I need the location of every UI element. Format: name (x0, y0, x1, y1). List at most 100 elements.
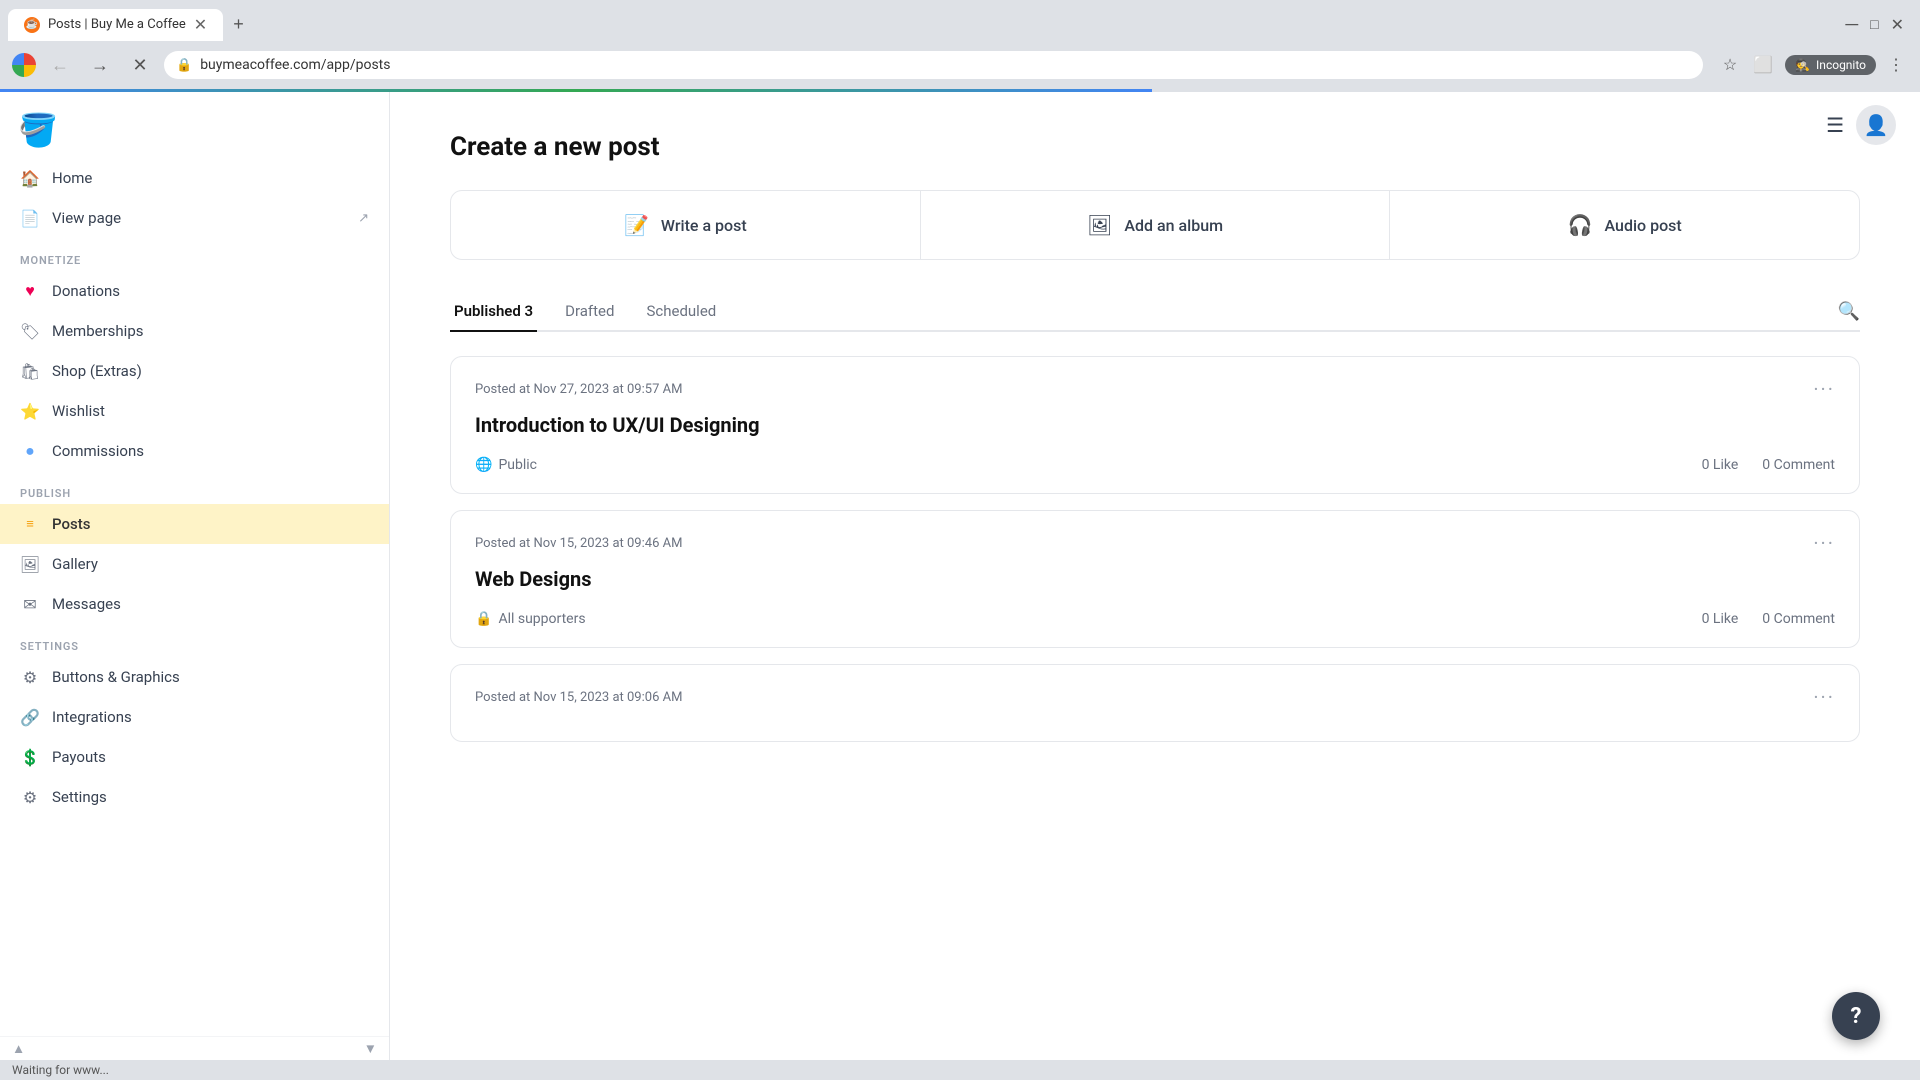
sidebar-item-payouts-label: Payouts (52, 748, 106, 766)
sidebar-item-memberships[interactable]: 🏷 Memberships (0, 311, 389, 351)
sidebar-item-view-page-label: View page (52, 209, 121, 227)
app-container: 🪣 🏠 Home 📄 View page ↗ MONETIZE ♥ Donati… (0, 92, 1920, 1060)
post-date-3: Posted at Nov 15, 2023 at 09:06 AM (475, 690, 682, 705)
gallery-icon: 🖼 (20, 554, 40, 574)
post-more-button-3[interactable]: ··· (1813, 685, 1835, 709)
new-tab-button[interactable]: + (227, 8, 250, 41)
write-post-card[interactable]: 📝 Write a post (451, 191, 921, 259)
post-likes-1: 0 Like (1702, 457, 1739, 473)
search-button[interactable]: 🔍 (1838, 301, 1860, 322)
sidebar-item-buttons-graphics[interactable]: ⚙ Buttons & Graphics (0, 657, 389, 697)
visibility-label-2: All supporters (498, 611, 585, 627)
tab-scheduled[interactable]: Scheduled (642, 292, 720, 332)
browser-nav-bar: ← → ✕ 🔒 buymeacoffee.com/app/posts ☆ ⬜ 🕵… (0, 41, 1920, 89)
incognito-label: Incognito (1816, 58, 1866, 72)
post-visibility-2: 🔒 All supporters (475, 611, 586, 627)
app-logo: 🪣 (20, 112, 56, 148)
sidebar-item-integrations-label: Integrations (52, 708, 132, 726)
sidebar-item-wishlist-label: Wishlist (52, 402, 105, 420)
more-button[interactable]: ⋮ (1884, 51, 1908, 79)
page-title: Create a new post (450, 132, 1860, 162)
post-likes-2: 0 Like (1702, 611, 1739, 627)
view-page-icon: 📄 (20, 208, 40, 228)
post-card-2: Posted at Nov 15, 2023 at 09:46 AM ··· W… (450, 510, 1860, 648)
sidebar-scroll-down[interactable]: ▼ (364, 1041, 377, 1056)
sidebar-item-wishlist[interactable]: ⭐ Wishlist (0, 391, 389, 431)
extension-button[interactable]: ⬜ (1749, 51, 1777, 79)
reload-button[interactable]: ✕ (124, 49, 156, 81)
incognito-badge: 🕵 Incognito (1785, 55, 1876, 75)
external-link-icon: ↗ (358, 211, 369, 226)
sidebar-item-home-label: Home (52, 169, 92, 187)
buttons-graphics-icon: ⚙ (20, 667, 40, 687)
add-album-icon: 🖼 (1087, 213, 1112, 237)
tab-drafted[interactable]: Drafted (561, 292, 618, 332)
post-more-button-1[interactable]: ··· (1813, 377, 1835, 401)
tab-scheduled-label: Scheduled (646, 302, 716, 320)
sidebar-item-shop[interactable]: 🛍 Shop (Extras) (0, 351, 389, 391)
sidebar-scroll: 🏠 Home 📄 View page ↗ MONETIZE ♥ Donation… (0, 158, 389, 1036)
memberships-icon: 🏷 (20, 321, 40, 341)
tab-favicon: ☕ (24, 17, 40, 33)
post-title-2: Web Designs (475, 567, 1835, 591)
post-meta-3: Posted at Nov 15, 2023 at 09:06 AM ··· (475, 685, 1835, 709)
help-icon: ? (1851, 1004, 1862, 1029)
sidebar-item-posts[interactable]: ≡ Posts (0, 504, 389, 544)
sidebar-item-donations[interactable]: ♥ Donations (0, 271, 389, 311)
chrome-icon (12, 53, 36, 77)
write-post-label: Write a post (661, 216, 747, 235)
forward-button[interactable]: → (84, 49, 116, 81)
bookmark-button[interactable]: ☆ (1719, 51, 1741, 79)
close-button[interactable]: ✕ (1891, 15, 1904, 34)
avatar-placeholder: 👤 (1864, 113, 1889, 137)
tab-close-button[interactable]: ✕ (194, 17, 207, 33)
write-post-icon: 📝 (624, 213, 649, 237)
sidebar-item-gallery-label: Gallery (52, 555, 98, 573)
sidebar-item-integrations[interactable]: 🔗 Integrations (0, 697, 389, 737)
browser-toolbar: ☆ ⬜ 🕵 Incognito ⋮ (1719, 51, 1908, 79)
sidebar-item-gallery[interactable]: 🖼 Gallery (0, 544, 389, 584)
post-card-1: Posted at Nov 27, 2023 at 09:57 AM ··· I… (450, 356, 1860, 494)
help-button[interactable]: ? (1832, 992, 1880, 1040)
sidebar-item-donations-label: Donations (52, 282, 120, 300)
minimize-button[interactable]: ─ (1845, 14, 1858, 35)
integrations-icon: 🔗 (20, 707, 40, 727)
sidebar-item-settings[interactable]: ⚙ Settings (0, 777, 389, 817)
restore-button[interactable]: □ (1870, 16, 1878, 33)
sidebar-item-payouts[interactable]: 💲 Payouts (0, 737, 389, 777)
user-avatar[interactable]: 👤 (1856, 105, 1896, 145)
browser-tab-bar: ☕ Posts | Buy Me a Coffee ✕ + ─ □ ✕ (0, 0, 1920, 41)
back-button[interactable]: ← (44, 49, 76, 81)
sidebar-item-buttons-graphics-label: Buttons & Graphics (52, 668, 180, 686)
sidebar-item-view-page[interactable]: 📄 View page ↗ (0, 198, 389, 238)
sidebar-scroll-up[interactable]: ▲ (12, 1041, 25, 1056)
lock-icon: 🔒 (176, 58, 192, 73)
post-more-button-2[interactable]: ··· (1813, 531, 1835, 555)
post-title-1: Introduction to UX/UI Designing (475, 413, 1835, 437)
post-comments-2: 0 Comment (1762, 611, 1835, 627)
post-stats-2: 0 Like 0 Comment (1702, 611, 1835, 627)
app-top-right: ☰ 👤 (1826, 105, 1896, 145)
address-bar[interactable]: 🔒 buymeacoffee.com/app/posts (164, 51, 1703, 79)
sidebar-item-commissions[interactable]: ● Commissions (0, 431, 389, 471)
post-visibility-1: 🌐 Public (475, 457, 537, 473)
audio-post-card[interactable]: 🎧 Audio post (1390, 191, 1859, 259)
post-comments-1: 0 Comment (1762, 457, 1835, 473)
sidebar: 🪣 🏠 Home 📄 View page ↗ MONETIZE ♥ Donati… (0, 92, 390, 1060)
tab-published[interactable]: Published 3 (450, 292, 537, 332)
wishlist-icon: ⭐ (20, 401, 40, 421)
publish-section-label: PUBLISH (0, 471, 389, 504)
settings-section-label: SETTINGS (0, 624, 389, 657)
sidebar-item-messages[interactable]: ✉ Messages (0, 584, 389, 624)
sidebar-item-messages-label: Messages (52, 595, 121, 613)
status-text: Waiting for www... (12, 1063, 109, 1077)
payouts-icon: 💲 (20, 747, 40, 767)
hamburger-menu-button[interactable]: ☰ (1826, 113, 1844, 138)
sidebar-item-home[interactable]: 🏠 Home (0, 158, 389, 198)
visibility-label-1: Public (498, 457, 537, 473)
add-album-card[interactable]: 🖼 Add an album (921, 191, 1391, 259)
sidebar-item-posts-label: Posts (52, 515, 90, 533)
incognito-icon: 🕵 (1795, 58, 1810, 72)
status-bar: Waiting for www... (0, 1060, 1920, 1080)
browser-tab[interactable]: ☕ Posts | Buy Me a Coffee ✕ (8, 9, 223, 41)
